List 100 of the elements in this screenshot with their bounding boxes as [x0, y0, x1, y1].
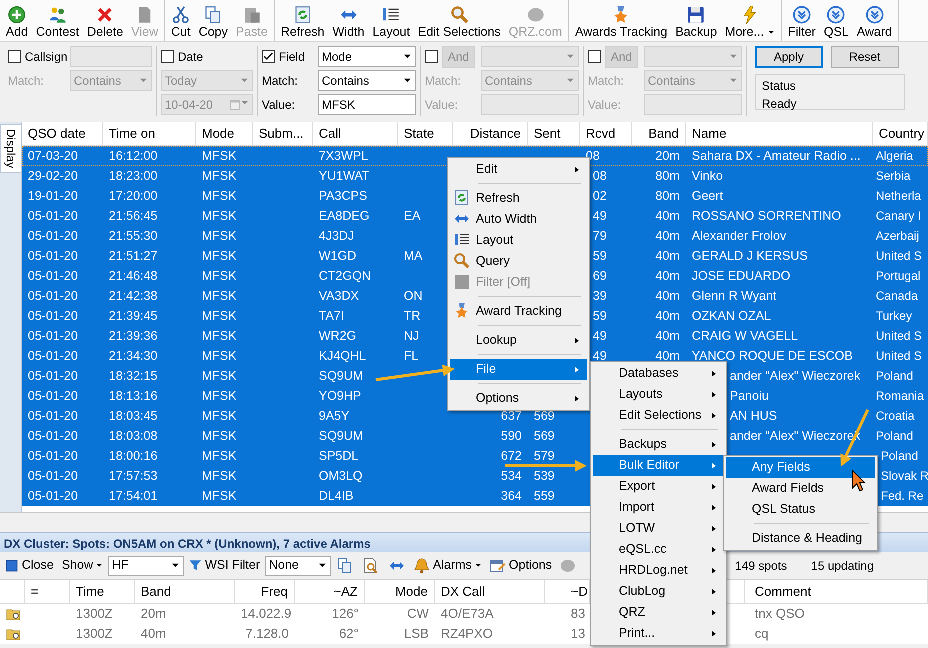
table-cell-text: 40m [654, 348, 681, 365]
table-cell-text: MFSK [201, 228, 238, 245]
table-cell-text: 05-01-20 [27, 288, 80, 305]
table-cell-text: 4J3DJ [318, 228, 356, 245]
table-cell-text: MFSK [201, 488, 238, 505]
table-cell-text: 83 [570, 605, 586, 623]
table-cell-text: 40m [654, 268, 681, 285]
table-cell-text: Poland [880, 448, 920, 465]
table-cell-text: Alexander Frolov [691, 228, 788, 245]
table-cell-text: 02 [592, 188, 608, 205]
table-cell-text: 05-01-20 [27, 408, 80, 425]
table-cell-text: 18:32:15 [108, 368, 159, 385]
table-cell-text: United S [875, 328, 924, 345]
table-cell-text: NJ [403, 328, 420, 345]
table-cell-text: RZ4PXO [440, 625, 494, 643]
table-cell-text: 21:51:27 [108, 248, 159, 265]
table-cell-text: 05-01-20 [27, 348, 80, 365]
table-cell-text: Sahara DX - Amateur Radio ... [691, 148, 862, 165]
table-cell-text: 590 [500, 428, 523, 445]
table-cell-text: Turkey [875, 308, 914, 325]
table-cell-text: MFSK [201, 388, 238, 405]
table-cell-text: GERALD J KERSUS [691, 248, 810, 265]
table-cell-text: MFSK [201, 268, 238, 285]
table-cell-text: Fed. Re [880, 488, 925, 505]
table-cell-text: CRAIG W VAGELL [691, 328, 800, 345]
table-cell-text: United S [875, 348, 924, 365]
table-cell-text: 9A5Y [318, 408, 351, 425]
table-cell-text: Canada [875, 288, 920, 305]
table-cell-text: tnx QSO [754, 605, 806, 623]
table-cell-text: Algeria [875, 148, 914, 165]
field-label: Match: [262, 72, 300, 90]
table-cell-text: MFSK [201, 188, 238, 205]
table-cell-text: 21:39:36 [108, 328, 159, 345]
table-cell-text: 40m [654, 208, 681, 225]
table-cell-text: MFSK [201, 428, 238, 445]
table-cell-text: United S [875, 248, 924, 265]
table-cell-text: Croatia [875, 408, 916, 425]
table-cell-text: YANCO ROQUE DE ESCOB [691, 348, 854, 365]
table-cell-text: 13 [570, 625, 586, 643]
table-cell-text: 05-01-20 [27, 388, 80, 405]
table-cell-text: 05-01-20 [27, 268, 80, 285]
field-label: Match: [8, 72, 46, 90]
table-cell-text: 19-01-20 [27, 188, 80, 205]
field-label: Value: [425, 96, 460, 114]
checkbox-label: Date [178, 48, 204, 66]
table-cell-text: MFSK [201, 148, 238, 165]
checkbox-label: Callsign [25, 48, 68, 66]
table-cell-text: 21:34:30 [108, 348, 159, 365]
table-cell-text: 17:54:01 [108, 488, 159, 505]
table-cell-text: 05-01-20 [27, 448, 80, 465]
table-cell-text: 07-03-20 [27, 148, 80, 165]
table-cell-text: CW [406, 605, 430, 623]
updating-count: 15 updating [811, 558, 874, 574]
table-cell-text: 05-01-20 [27, 328, 80, 345]
table-cell-text: Vinko [691, 168, 724, 185]
table-cell-text: SQ9UM [318, 368, 364, 385]
table-cell-text: MFSK [201, 348, 238, 365]
table-cell-text: 126° [331, 605, 360, 623]
table-cell-text: 80m [654, 188, 681, 205]
table-cell-text: YO9HP [318, 388, 362, 405]
table-cell-text: MFSK [201, 248, 238, 265]
table-cell-text: 17:57:53 [108, 468, 159, 485]
table-cell-text: 4O/E73A [440, 605, 495, 623]
table-cell-text: 21:46:48 [108, 268, 159, 285]
table-cell-text: MFSK [201, 208, 238, 225]
table-cell-text: 40m [654, 288, 681, 305]
spots-count: 149 spots [735, 558, 788, 574]
table-cell-text: 49 [592, 348, 608, 365]
table-cell-text: 05-01-20 [27, 208, 80, 225]
table-cell-text: Canary I [875, 208, 922, 225]
table-cell-text: MFSK [201, 368, 238, 385]
table-cell-text: Netherla [875, 188, 922, 205]
table-cell-text: 20m [140, 605, 168, 623]
table-cell-text: 08 [592, 168, 608, 185]
table-cell-text: 05-01-20 [27, 488, 80, 505]
table-cell-text: 17:20:00 [108, 188, 159, 205]
table-cell-text: 39 [592, 288, 608, 305]
table-cell-text: 59 [592, 308, 608, 325]
table-cell-text: MA [403, 248, 424, 265]
table-cell-text: 49 [592, 208, 608, 225]
table-cell-text: 05-01-20 [27, 468, 80, 485]
table-cell-text: AN HUS [729, 408, 778, 425]
table-cell-text: 18:13:16 [108, 388, 159, 405]
table-cell-text: ROSSANO SORRENTINO [691, 208, 842, 225]
table-cell-text: 05-01-20 [27, 428, 80, 445]
table-cell-text: W1GD [318, 248, 358, 265]
table-cell-text: Azerbaij [875, 228, 920, 245]
checkbox-label: Field [279, 48, 306, 66]
table-cell-text: SP5DL [318, 448, 360, 465]
table-cell-text: 80m [654, 168, 681, 185]
field-label: Value: [262, 96, 296, 114]
status-text: Ready [762, 96, 798, 113]
table-cell-text: 569 [533, 408, 556, 425]
table-cell-text: ON [403, 288, 424, 305]
table-cell-text: Poland [875, 368, 914, 385]
table-cell-text: KJ4QHL [318, 348, 368, 365]
table-cell-text: CT2GQN [318, 268, 372, 285]
table-cell-text: MFSK [201, 448, 238, 465]
table-cell-text: Glenn R Wyant [691, 288, 778, 305]
table-cell-text: 05-01-20 [27, 248, 80, 265]
